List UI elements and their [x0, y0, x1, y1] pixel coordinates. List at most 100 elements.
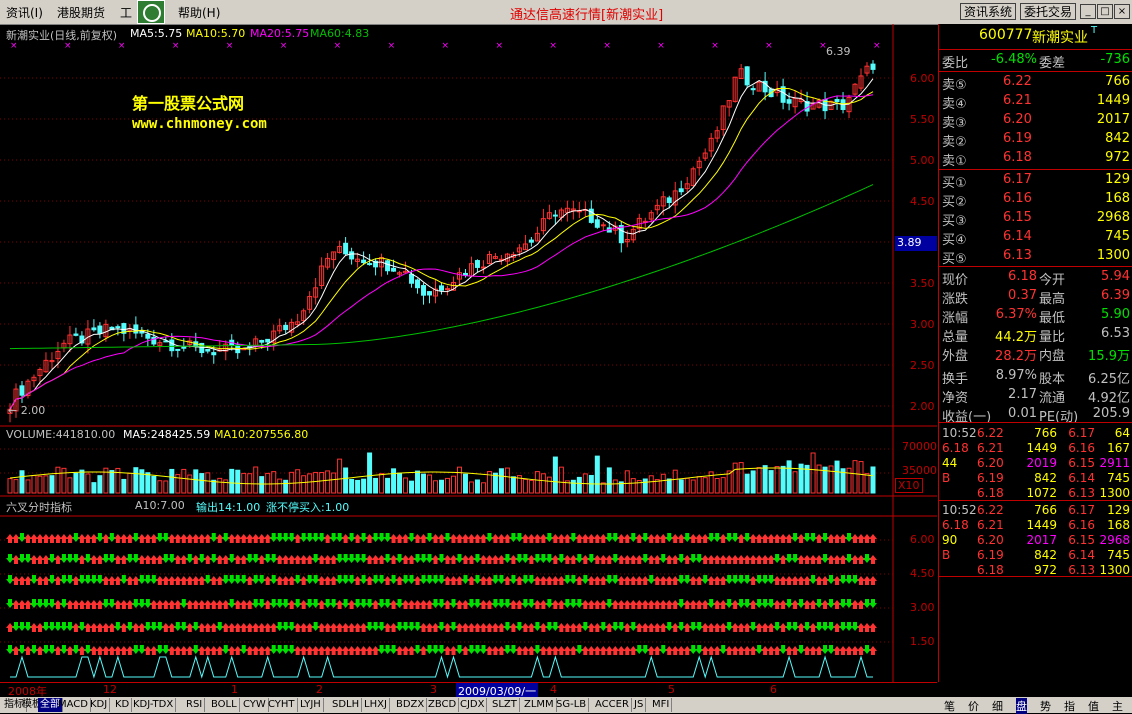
volume-bar — [373, 477, 379, 494]
right-tab[interactable]: 价 — [968, 698, 979, 714]
down-arrow-icon — [191, 622, 200, 631]
tick-field: 745 — [1107, 471, 1130, 485]
bid-row[interactable]: 买⑤ 6.13 1300 — [939, 248, 1132, 267]
stat-value: 6.37% — [995, 307, 1037, 322]
candle-body — [133, 324, 139, 334]
right-tab[interactable]: 盘 — [1016, 698, 1027, 714]
indicator-tab[interactable]: KDJ-TDX — [131, 698, 177, 712]
maximize-icon[interactable]: □ — [1097, 4, 1113, 19]
right-tab[interactable]: 势 — [1040, 698, 1051, 714]
stat-row: 总量 44.2万 量比 6.53 — [939, 326, 1132, 345]
trade-button[interactable]: 委托交易 — [1020, 3, 1077, 20]
indicator-tab[interactable]: MFI — [650, 698, 673, 712]
indicator-tab[interactable]: MACD — [56, 698, 91, 712]
stat-label: 总量 — [942, 330, 969, 345]
indicator-tab[interactable]: ACCER — [593, 698, 632, 712]
indicator-tab[interactable]: ZBCD — [426, 698, 460, 712]
up-arrow-icon — [11, 534, 20, 543]
down-arrow-icon — [6, 645, 14, 654]
bid-row[interactable]: 买③ 6.15 2968 — [939, 210, 1132, 229]
indicator-tab[interactable]: BOLL — [209, 698, 240, 712]
indicator-tab[interactable]: CYHT — [266, 698, 298, 712]
bid-volume: 168 — [1105, 191, 1130, 206]
indicator-tab[interactable]: SG-LB — [554, 698, 590, 712]
minimize-icon[interactable]: _ — [1080, 4, 1096, 19]
indicator-tab[interactable]: CYW — [241, 698, 269, 712]
indicator-tab[interactable]: SLZT — [490, 698, 520, 712]
down-arrow-icon — [815, 599, 824, 608]
down-arrow-icon — [527, 575, 536, 584]
close-icon[interactable]: × — [1114, 4, 1130, 19]
ask-row[interactable]: 卖④ 6.21 1449 — [939, 93, 1132, 112]
menu-info[interactable]: 资讯(I) — [6, 4, 43, 21]
indicator-tab[interactable]: LYJH — [298, 698, 324, 712]
bid-row[interactable]: 买① 6.17 129 — [939, 172, 1132, 191]
down-arrow-icon — [845, 599, 854, 608]
up-arrow-icon — [209, 623, 218, 632]
down-arrow-icon — [239, 575, 248, 584]
down-arrow-icon — [641, 645, 650, 654]
up-arrow-icon — [323, 534, 332, 543]
app-logo-icon[interactable] — [137, 0, 165, 24]
tick-field: 6.16 — [1068, 441, 1095, 455]
up-arrow-icon — [125, 534, 134, 543]
tick-field: 6.15 — [1068, 456, 1095, 470]
menu-hk-futures[interactable]: 港股期货 — [57, 4, 105, 21]
indicator-tab[interactable]: LHXJ — [362, 698, 390, 712]
right-tab[interactable]: 主 — [1112, 698, 1123, 714]
indicator-tab[interactable]: RSI — [184, 698, 206, 712]
bid-row[interactable]: 买② 6.16 168 — [939, 191, 1132, 210]
right-tab[interactable]: 指 — [1064, 698, 1075, 714]
ask-row[interactable]: 卖② 6.19 842 — [939, 131, 1132, 150]
up-arrow-icon — [791, 646, 800, 655]
volume-bar — [91, 482, 97, 494]
up-arrow-icon — [353, 534, 362, 543]
down-arrow-icon — [317, 533, 326, 542]
down-arrow-icon — [677, 554, 686, 563]
menu-tools[interactable]: 工 — [120, 4, 132, 21]
up-arrow-icon — [293, 534, 302, 543]
tick-field: 842 — [1034, 548, 1057, 562]
ask-row[interactable]: 卖① 6.18 972 — [939, 150, 1132, 169]
tick-field: 6.19 — [977, 471, 1004, 485]
up-arrow-icon — [857, 646, 866, 655]
indicator-tab[interactable]: CJDX — [458, 698, 488, 712]
candle-body — [259, 339, 265, 343]
candle-body — [439, 285, 444, 291]
down-arrow-icon — [743, 533, 752, 542]
indicator-tab[interactable]: ZLMM — [522, 698, 557, 712]
date-label: 1 — [231, 683, 238, 696]
down-arrow-icon — [569, 575, 578, 584]
info-system-button[interactable]: 资讯系统 — [960, 3, 1017, 20]
up-arrow-icon — [377, 555, 386, 564]
up-arrow-icon — [869, 576, 877, 585]
menu-help[interactable]: 帮助(H) — [178, 4, 220, 21]
up-arrow-icon — [509, 623, 518, 632]
up-arrow-icon — [695, 576, 704, 585]
volume-bar — [229, 468, 235, 494]
indicator-tab[interactable]: KD — [113, 698, 133, 712]
right-tab[interactable]: 值 — [1088, 698, 1099, 714]
tick-field: 1449 — [1026, 441, 1057, 455]
right-tab[interactable]: 细 — [992, 698, 1003, 714]
bid-row[interactable]: 买④ 6.14 745 — [939, 229, 1132, 248]
indicator-tab[interactable]: JS — [632, 698, 647, 712]
indicator-tab[interactable]: SDLH — [330, 698, 363, 712]
tick-field: 6.22 — [977, 503, 1004, 517]
right-tab[interactable]: 笔 — [944, 698, 955, 714]
volume-bar — [576, 476, 582, 494]
stock-chart-title: 新潮实业(日线,前复权) — [6, 29, 118, 42]
down-arrow-icon — [383, 533, 392, 542]
indicator-tab[interactable]: KDJ — [88, 698, 111, 712]
ask-row[interactable]: 卖⑤ 6.22 766 — [939, 74, 1132, 93]
down-arrow-icon — [821, 533, 830, 542]
tick-field: 1072 — [1026, 486, 1057, 500]
up-arrow-icon — [527, 555, 536, 564]
volume-bar — [385, 477, 391, 494]
ask-row[interactable]: 卖③ 6.20 2017 — [939, 112, 1132, 131]
volume-bar — [409, 480, 415, 494]
indicator-tab[interactable]: BDZX — [394, 698, 428, 712]
down-arrow-icon — [545, 533, 554, 542]
volume-bar — [690, 479, 696, 494]
down-arrow-icon — [791, 533, 800, 542]
